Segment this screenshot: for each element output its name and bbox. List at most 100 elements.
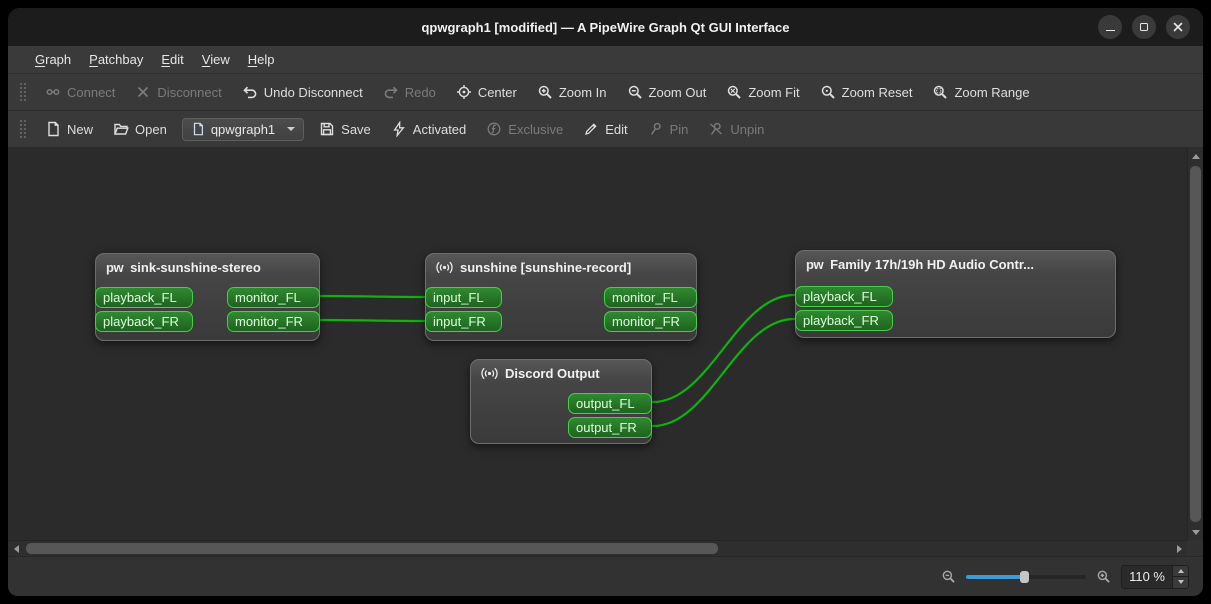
scrollbar-corner xyxy=(1187,540,1203,556)
arrow-left-icon xyxy=(13,545,19,553)
activated-button[interactable]: Activated xyxy=(382,116,475,142)
connection-wire[interactable] xyxy=(319,318,426,323)
zoom-spinbox[interactable]: 110 % xyxy=(1121,564,1189,589)
toolbar-drag-handle[interactable] xyxy=(18,81,26,103)
scroll-up-button[interactable] xyxy=(1188,148,1203,164)
port-monitor-fr[interactable]: monitor_FR xyxy=(227,311,320,332)
undo-icon xyxy=(242,84,258,100)
menu-view[interactable]: View xyxy=(193,46,239,73)
lightning-icon xyxy=(391,121,407,137)
toolbar-drag-handle[interactable] xyxy=(18,118,26,140)
arrow-up-icon xyxy=(1177,568,1184,573)
undo-disconnect-button[interactable]: Undo Disconnect xyxy=(233,79,372,105)
save-button[interactable]: Save xyxy=(310,116,380,142)
scroll-down-button[interactable] xyxy=(1188,524,1203,540)
arrow-down-icon xyxy=(1192,529,1200,535)
patchbay-profile-label: qpwgraph1 xyxy=(210,121,276,137)
slider-thumb[interactable] xyxy=(1020,570,1030,583)
patchbay-profile-combobox[interactable]: qpwgraph1 xyxy=(181,117,305,141)
app-window: qpwgraph1 [modified] — A PipeWire Graph … xyxy=(8,8,1203,596)
window-title: qpwgraph1 [modified] — A PipeWire Graph … xyxy=(421,19,790,35)
port-monitor-fl[interactable]: monitor_FL xyxy=(604,287,697,308)
pin-button[interactable]: Pin xyxy=(639,116,698,142)
zoom-reset-icon xyxy=(820,84,836,100)
new-file-icon xyxy=(45,121,61,137)
open-button[interactable]: Open xyxy=(104,116,176,142)
node-title: sunshine [sunshine-record] xyxy=(460,260,632,275)
scroll-right-button[interactable] xyxy=(1171,541,1187,557)
maximize-button[interactable] xyxy=(1132,15,1156,39)
zoom-in-icon xyxy=(537,84,553,100)
zoom-fit-button[interactable]: Zoom Fit xyxy=(717,79,808,105)
maximize-icon xyxy=(1140,23,1148,31)
arrow-up-icon xyxy=(1192,153,1200,159)
open-folder-icon xyxy=(113,121,129,137)
patchbay-toolbar: New Open qpwgraph1 Save Activated Exclus… xyxy=(8,111,1203,148)
scroll-left-button[interactable] xyxy=(8,541,24,557)
redo-button[interactable]: Redo xyxy=(374,79,445,105)
arrow-down-icon xyxy=(1177,580,1184,585)
minimize-button[interactable] xyxy=(1098,15,1122,39)
graph-toolbar: Connect Disconnect Undo Disconnect Redo … xyxy=(8,74,1203,111)
zoom-value[interactable]: 110 % xyxy=(1122,566,1172,588)
menu-patchbay[interactable]: Patchbay xyxy=(80,46,152,73)
slider-fill xyxy=(966,574,1025,579)
unpin-icon xyxy=(708,121,724,137)
node-sunshine-record[interactable]: sunshine [sunshine-record] input_FL inpu… xyxy=(425,253,697,341)
close-icon xyxy=(1173,22,1183,32)
close-button[interactable] xyxy=(1166,15,1190,39)
connection-wire[interactable] xyxy=(319,294,426,299)
port-playback-fl[interactable]: playback_FL xyxy=(795,286,893,307)
node-title: Discord Output xyxy=(505,366,600,381)
port-monitor-fl[interactable]: monitor_FL xyxy=(227,287,320,308)
window-controls xyxy=(1098,15,1203,39)
port-input-fl[interactable]: input_FL xyxy=(425,287,502,308)
zoom-slider[interactable] xyxy=(966,569,1087,585)
center-button[interactable]: Center xyxy=(447,79,526,105)
connections-layer xyxy=(319,293,796,428)
menu-graph[interactable]: Graph xyxy=(26,46,80,73)
edit-button[interactable]: Edit xyxy=(574,116,636,142)
zoom-reset-button[interactable]: Zoom Reset xyxy=(811,79,922,105)
unpin-button[interactable]: Unpin xyxy=(699,116,773,142)
zoom-out-icon[interactable] xyxy=(941,569,956,584)
port-input-fr[interactable]: input_FR xyxy=(425,311,502,332)
graph-view[interactable]: pw sink-sunshine-stereo playback_FL play… xyxy=(8,148,1187,540)
chevron-down-icon xyxy=(287,127,296,131)
port-output-fl[interactable]: output_FL xyxy=(568,393,652,414)
menu-edit[interactable]: Edit xyxy=(152,46,192,73)
horizontal-scrollbar[interactable] xyxy=(8,540,1187,556)
center-icon xyxy=(456,84,472,100)
port-playback-fr[interactable]: playback_FR xyxy=(795,310,893,331)
node-family-hd-audio[interactable]: pw Family 17h/19h HD Audio Contr... play… xyxy=(795,250,1116,338)
vertical-scrollbar[interactable] xyxy=(1187,148,1203,540)
disconnect-button[interactable]: Disconnect xyxy=(126,79,230,105)
node-sink-sunshine-stereo[interactable]: pw sink-sunshine-stereo playback_FL play… xyxy=(95,253,320,341)
exclusive-button[interactable]: Exclusive xyxy=(477,116,572,142)
spin-up-button[interactable] xyxy=(1173,565,1188,576)
port-monitor-fr[interactable]: monitor_FR xyxy=(604,311,697,332)
spin-down-button[interactable] xyxy=(1173,576,1188,588)
disconnect-icon xyxy=(135,84,151,100)
horizontal-scroll-thumb[interactable] xyxy=(26,543,718,554)
port-playback-fl[interactable]: playback_FL xyxy=(95,287,193,308)
port-output-fr[interactable]: output_FR xyxy=(568,417,652,438)
zoom-range-button[interactable]: Zoom Range xyxy=(923,79,1038,105)
audio-app-icon xyxy=(481,366,498,381)
node-discord-output[interactable]: Discord Output output_FL output_FR xyxy=(470,359,652,444)
zoom-out-button[interactable]: Zoom Out xyxy=(618,79,716,105)
pipewire-icon: pw xyxy=(806,257,824,272)
port-playback-fr[interactable]: playback_FR xyxy=(95,311,193,332)
connect-button[interactable]: Connect xyxy=(36,79,124,105)
statusbar: 110 % xyxy=(8,556,1203,596)
minimize-icon xyxy=(1105,29,1115,31)
vertical-scroll-thumb[interactable] xyxy=(1190,166,1201,522)
zoom-in-button[interactable]: Zoom In xyxy=(528,79,616,105)
menu-help[interactable]: Help xyxy=(239,46,284,73)
titlebar[interactable]: qpwgraph1 [modified] — A PipeWire Graph … xyxy=(8,8,1203,46)
redo-icon xyxy=(383,84,399,100)
node-title: Family 17h/19h HD Audio Contr... xyxy=(830,257,1034,272)
new-button[interactable]: New xyxy=(36,116,102,142)
pencil-icon xyxy=(583,121,599,137)
zoom-in-icon[interactable] xyxy=(1096,569,1111,584)
